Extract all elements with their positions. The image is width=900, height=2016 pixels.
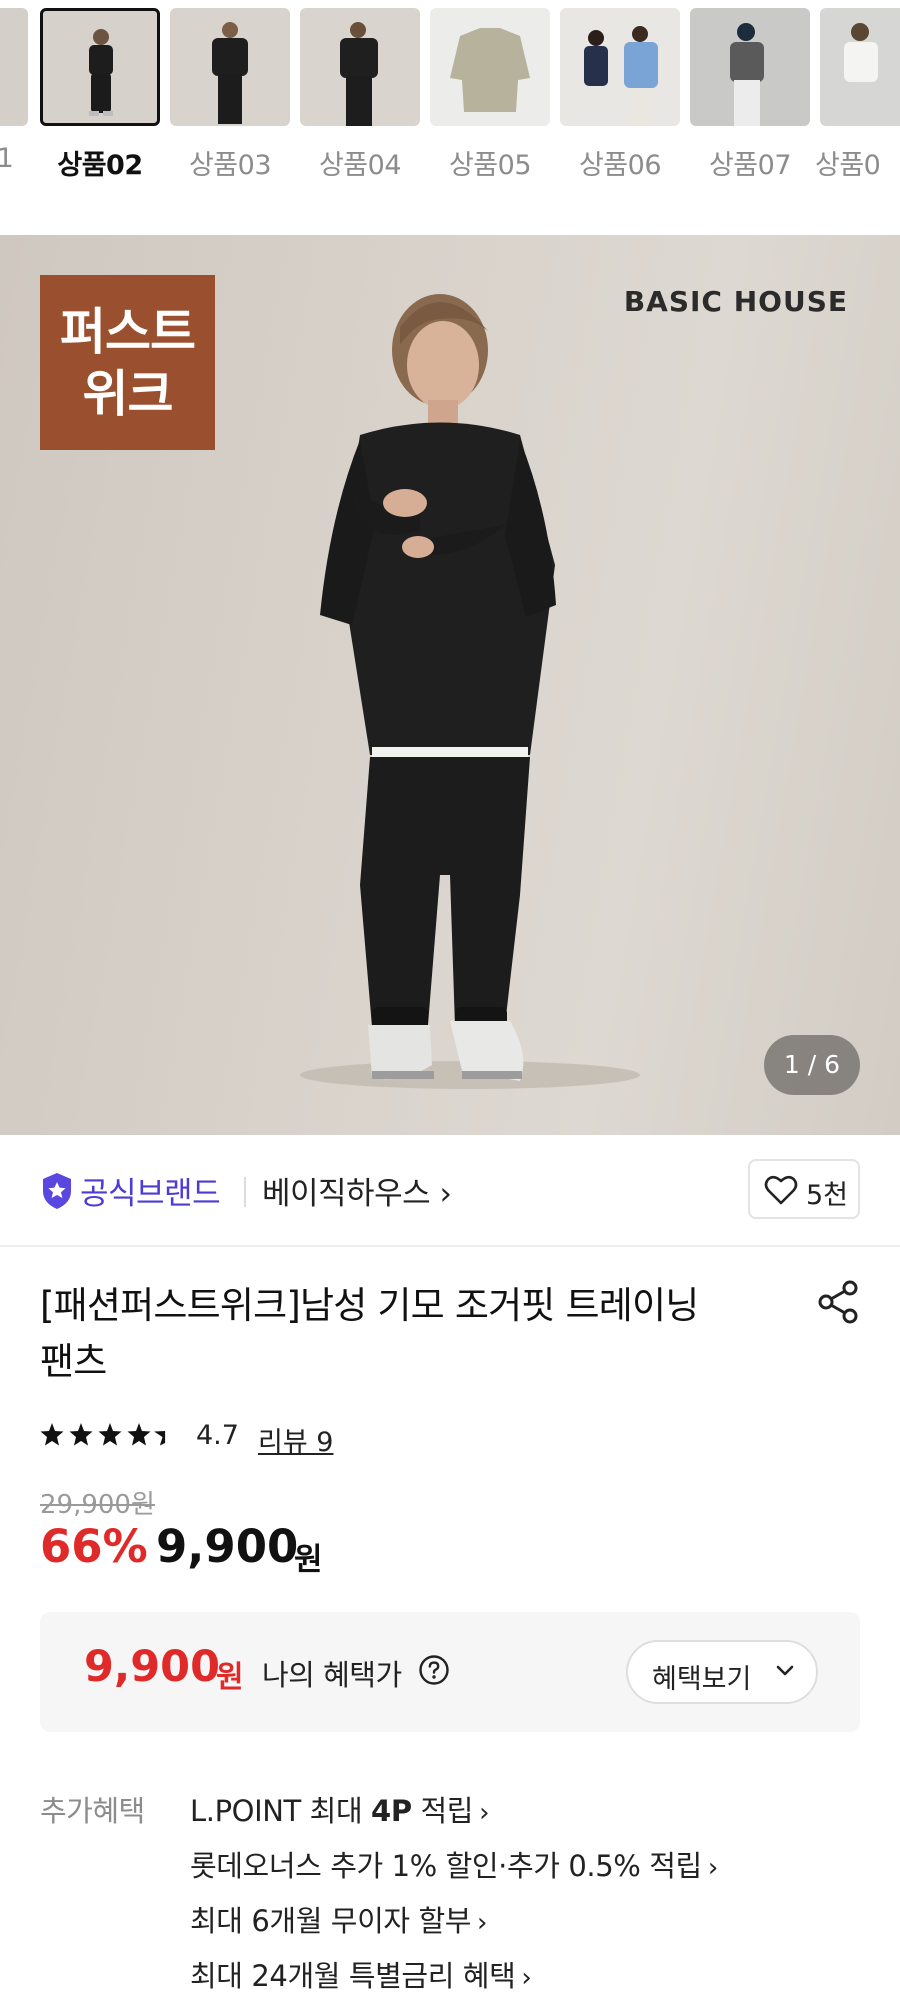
thumbnail-model-figure: [844, 23, 878, 82]
badge-line2: 위크: [82, 365, 174, 423]
product-title: [패션퍼스트위크]남성 기모 조거핏 트레이닝 팬츠: [40, 1278, 780, 1390]
chevron-right-icon: ›: [477, 1908, 488, 1938]
extra-benefit-text: 최대 24개월 특별금리 혜택: [190, 1959, 516, 1993]
thumbnail-strip[interactable]: 1 상품02 상품03 상품04 상품05 상품06 상품07 상품0: [0, 0, 900, 190]
thumbnail-image[interactable]: [820, 8, 900, 126]
thumbnail-image[interactable]: [300, 8, 420, 126]
extra-benefit-text: 최대 6개월 무이자 할부: [190, 1904, 472, 1938]
product-main-image[interactable]: 퍼스트 위크 BASIC HOUSE 1 / 6: [0, 235, 900, 1135]
heart-icon: [764, 1175, 798, 1205]
benefit-price: 9,900: [84, 1642, 221, 1692]
chevron-right-icon: ›: [479, 1798, 490, 1828]
thumbnail-label[interactable]: 상품05: [425, 143, 555, 182]
extra-benefit-text: 적립: [411, 1794, 474, 1828]
thumbnail-label[interactable]: 상품06: [555, 143, 685, 182]
thumbnail-image[interactable]: [40, 8, 160, 126]
thumbnail-label[interactable]: 상품02: [35, 143, 165, 182]
badge-line1: 퍼스트: [60, 303, 196, 361]
extra-benefit-special-rate[interactable]: 최대 24개월 특별금리 혜택 ›: [190, 1953, 718, 2008]
thumbnail-image[interactable]: [170, 8, 290, 126]
brand-store-link[interactable]: 베이직하우스 ›: [262, 1168, 452, 1213]
extra-benefit-text: 롯데오너스 추가 1% 할인·추가 0.5% 적립: [190, 1849, 702, 1883]
extra-benefits-list: L.POINT 최대 4P 적립 › 롯데오너스 추가 1% 할인·추가 0.5%…: [190, 1788, 718, 2008]
product-title-line1: [패션퍼스트위크]남성 기모 조거핏 트레이닝: [40, 1284, 699, 1327]
chevron-right-icon: ›: [521, 1963, 532, 1993]
thumbnail-image[interactable]: [560, 8, 680, 126]
thumbnail-image[interactable]: [0, 8, 28, 126]
thumbnail-label[interactable]: 상품04: [295, 143, 425, 182]
thumbnail-model-figure: [340, 22, 378, 126]
extra-benefit-lpoint[interactable]: L.POINT 최대 4P 적립 ›: [190, 1788, 718, 1843]
extra-benefit-installment[interactable]: 최대 6개월 무이자 할부 ›: [190, 1898, 718, 1953]
wishlist-button[interactable]: 5천: [748, 1159, 860, 1219]
thumbnail-model-figure: [730, 23, 764, 126]
brand-logo-text: BASIC HOUSE: [623, 285, 848, 318]
view-benefits-button[interactable]: 혜택보기: [626, 1640, 818, 1704]
thumbnail-model-figure: [89, 29, 113, 116]
benefit-price-unit: 원: [216, 1660, 244, 1695]
thumbnail-models: [584, 26, 658, 126]
official-brand-label: 공식브랜드: [80, 1176, 221, 1212]
wishlist-count: 5천: [806, 1180, 849, 1211]
thumbnail-shirt: [450, 28, 530, 112]
thumbnail-label[interactable]: 상품07: [685, 143, 815, 182]
thumbnail-model-figure: [212, 22, 248, 124]
help-question-icon[interactable]: [418, 1654, 450, 1686]
rating-stars-icon: [40, 1423, 166, 1446]
extra-benefits-title: 추가혜택: [40, 1794, 145, 1828]
extra-benefit-lotte-card[interactable]: 롯데오너스 추가 1% 할인·추가 0.5% 적립 ›: [190, 1843, 718, 1898]
sale-price-unit: 원: [294, 1542, 323, 1578]
my-benefit-price-box: 9,900 원 나의 혜택가 혜택보기: [40, 1612, 860, 1732]
thumbnail-label[interactable]: 상품0: [815, 143, 900, 182]
original-price: 29,900원: [40, 1490, 155, 1520]
share-icon[interactable]: [814, 1278, 862, 1326]
brand-row: 공식브랜드 베이직하우스 › 5천: [0, 1135, 900, 1247]
image-counter: 1 / 6: [764, 1035, 860, 1095]
chevron-right-icon: ›: [707, 1853, 718, 1883]
sale-price: 9,900: [156, 1520, 299, 1573]
first-week-badge: 퍼스트 위크: [40, 275, 215, 450]
thumbnail-image[interactable]: [690, 8, 810, 126]
view-benefits-label: 혜택보기: [652, 1664, 752, 1695]
official-brand-shield-icon: [43, 1173, 71, 1209]
extra-benefit-text: L.POINT 최대: [190, 1794, 372, 1828]
discount-rate: 66%: [40, 1520, 148, 1573]
rating-score: 4.7: [196, 1420, 239, 1451]
review-count-link[interactable]: 리뷰 9: [258, 1420, 333, 1459]
thumbnail-label[interactable]: 상품03: [165, 143, 295, 182]
product-title-line2: 팬츠: [40, 1340, 107, 1383]
extra-benefit-bold: 4P: [371, 1794, 412, 1828]
chevron-down-icon: [776, 1665, 794, 1676]
thumbnail-image[interactable]: [430, 8, 550, 126]
benefit-price-label: 나의 혜택가: [262, 1658, 402, 1692]
divider: [244, 1177, 246, 1207]
